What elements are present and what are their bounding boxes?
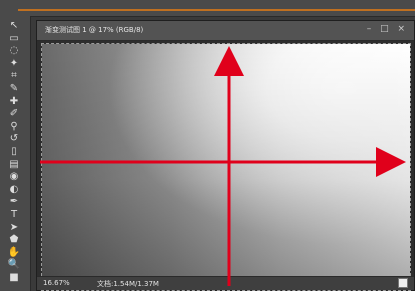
window-controls[interactable]: – □ × bbox=[367, 24, 408, 34]
crop-icon[interactable]: ⌗ bbox=[7, 70, 21, 82]
document-window: 渐变测试图 1 @ 17% (RGB/8) – □ × 16.67% 文档:1.… bbox=[36, 20, 415, 291]
tools-panel: ↖ ▭ ◌ ✦ ⌗ ✎ ✚ ✐ ⚲ ↺ ▯ ▤ ◉ ◐ ✒ T ➤ ⬟ ✋ 🔍 ■ bbox=[0, 16, 31, 291]
hand-icon[interactable]: ✋ bbox=[7, 247, 21, 259]
statusbar-menu-icon[interactable] bbox=[398, 278, 408, 288]
eraser-icon[interactable]: ▯ bbox=[7, 146, 21, 158]
gradient-icon[interactable]: ▤ bbox=[7, 159, 21, 171]
top-menu-bar bbox=[0, 0, 415, 17]
blur-icon[interactable]: ◉ bbox=[7, 171, 21, 183]
color-swatches-icon[interactable]: ■ bbox=[7, 272, 21, 284]
marquee-icon[interactable]: ▭ bbox=[7, 33, 21, 45]
pen-icon[interactable]: ✒ bbox=[7, 196, 21, 208]
clone-stamp-icon[interactable]: ⚲ bbox=[7, 121, 21, 133]
shape-icon[interactable]: ⬟ bbox=[7, 234, 21, 246]
status-bar: 16.67% 文档:1.54M/1.37M bbox=[37, 276, 414, 290]
zoom-level[interactable]: 16.67% bbox=[43, 279, 70, 287]
zoom-icon[interactable]: 🔍 bbox=[7, 259, 21, 271]
quick-select-icon[interactable]: ✦ bbox=[7, 58, 21, 70]
document-title: 渐变测试图 1 @ 17% (RGB/8) bbox=[45, 26, 144, 34]
type-icon[interactable]: T bbox=[7, 209, 21, 221]
path-select-icon[interactable]: ➤ bbox=[7, 222, 21, 234]
spot-heal-icon[interactable]: ✚ bbox=[7, 96, 21, 108]
lasso-icon[interactable]: ◌ bbox=[7, 45, 21, 57]
eyedropper-icon[interactable]: ✎ bbox=[7, 83, 21, 95]
move-icon[interactable]: ↖ bbox=[7, 20, 21, 32]
gradient-image bbox=[42, 44, 410, 290]
history-brush-icon[interactable]: ↺ bbox=[7, 133, 21, 145]
tab-accent bbox=[18, 9, 415, 11]
dodge-icon[interactable]: ◐ bbox=[7, 184, 21, 196]
document-size: 文档:1.54M/1.37M bbox=[97, 280, 159, 288]
image-canvas[interactable] bbox=[41, 43, 411, 291]
document-title-bar[interactable]: 渐变测试图 1 @ 17% (RGB/8) – □ × bbox=[37, 21, 414, 41]
brush-icon[interactable]: ✐ bbox=[7, 108, 21, 120]
